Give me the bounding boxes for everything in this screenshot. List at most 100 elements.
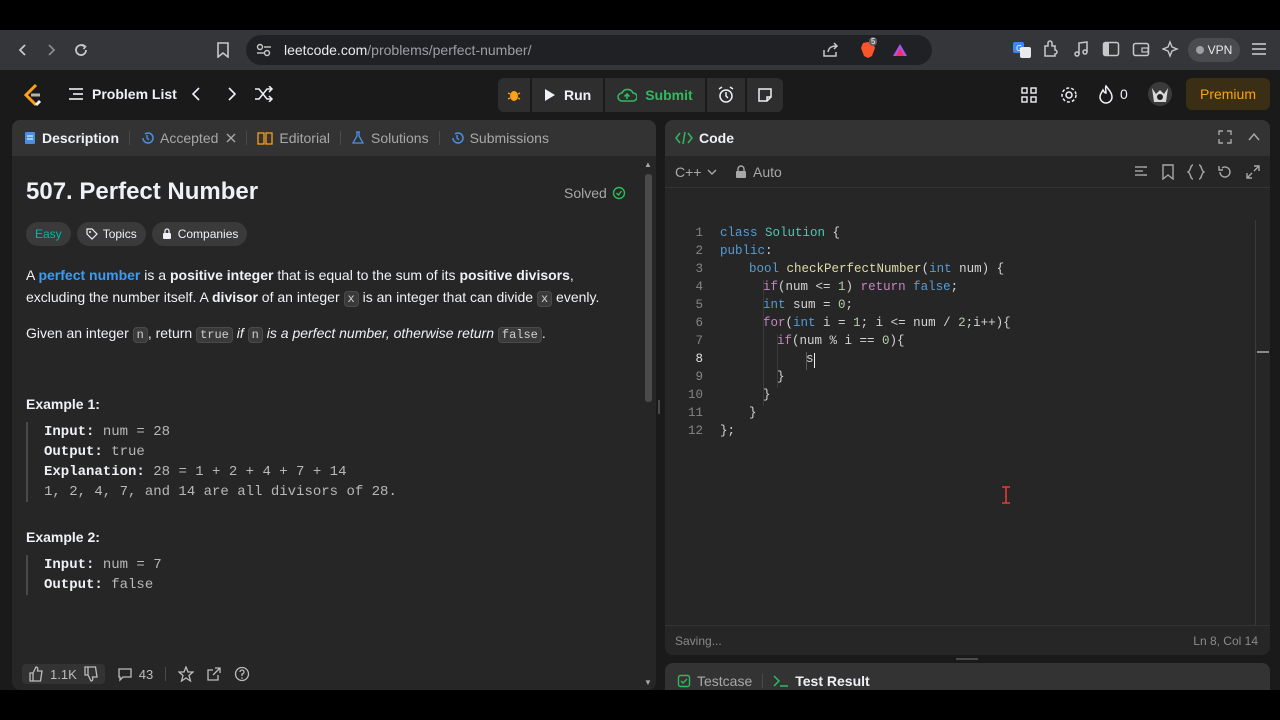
like-button[interactable]: 1.1K (22, 664, 105, 684)
timer-button[interactable] (707, 78, 747, 112)
topics-button[interactable]: Topics (76, 222, 146, 246)
thumbs-down-icon[interactable] (83, 666, 99, 682)
code-toolbar: C++ Auto (665, 156, 1270, 188)
help-icon[interactable] (234, 666, 250, 682)
browser-window: leetcode.com/problems/perfect-number/ 5 … (0, 30, 1280, 690)
chevron-down-icon (707, 169, 717, 175)
settings-gear-icon[interactable] (1060, 86, 1078, 109)
alarm-clock-icon (718, 86, 734, 103)
tab-solutions[interactable]: Solutions (341, 120, 439, 156)
maximize-icon[interactable] (1218, 130, 1232, 147)
sidebar-icon[interactable] (1102, 40, 1120, 63)
share-external-icon[interactable] (206, 666, 222, 682)
tab-code[interactable]: Code (665, 120, 744, 156)
reset-icon[interactable] (1217, 164, 1233, 185)
streak-counter[interactable]: 0 (1098, 84, 1128, 104)
code-line[interactable]: }; (665, 424, 1225, 442)
tab-editorial[interactable]: Editorial (247, 120, 340, 156)
screen: leetcode.com/problems/perfect-number/ 5 … (0, 0, 1280, 720)
code-line[interactable]: } (665, 388, 1225, 406)
example-1-block: Input: num = 28 Output: true Explanation… (26, 422, 586, 502)
code-line[interactable]: } (665, 370, 1225, 388)
code-line[interactable]: public: (665, 244, 1225, 262)
reload-icon[interactable] (66, 35, 96, 65)
tab-solutions-label: Solutions (370, 130, 429, 146)
bookmark-icon[interactable] (1161, 164, 1175, 185)
premium-button[interactable]: Premium (1186, 78, 1270, 110)
scroll-up-icon[interactable]: ▲ (642, 160, 654, 170)
notes-button[interactable] (747, 78, 783, 112)
code-line[interactable]: bool checkPerfectNumber(int num) { (665, 262, 1225, 280)
tab-submissions-label: Submissions (469, 130, 549, 146)
description-scrollbar[interactable]: ▲ ▼ (642, 160, 654, 690)
difficulty-badge: Easy (26, 222, 71, 246)
music-icon[interactable] (1072, 40, 1090, 63)
layout-grid-icon[interactable] (1020, 86, 1038, 109)
text: , return (147, 325, 197, 341)
bookmark-icon[interactable] (208, 35, 238, 65)
menu-icon[interactable] (1250, 40, 1268, 63)
like-count: 1.1K (50, 666, 77, 682)
vpn-button[interactable]: VPN (1188, 38, 1240, 62)
text: is a (140, 267, 170, 283)
translate-icon[interactable]: G (1012, 40, 1032, 65)
solved-status: Solved (564, 185, 626, 201)
tab-description[interactable]: Description (12, 120, 129, 156)
editor-scrollbar-track[interactable] (1255, 220, 1256, 640)
braces-icon[interactable] (1185, 164, 1207, 185)
divider (165, 667, 167, 681)
problem-return-statement: Given an integer n, return true if n is … (26, 322, 626, 346)
history-icon (142, 132, 154, 144)
inline-code: n (247, 327, 263, 343)
submit-label: Submit (645, 87, 693, 103)
code-line[interactable]: int sum = 0; (665, 298, 1225, 316)
companies-button[interactable]: Companies (151, 222, 248, 246)
wallet-icon[interactable] (1132, 40, 1150, 63)
prev-problem-icon[interactable] (190, 86, 204, 107)
perfect-number-link[interactable]: perfect number (38, 267, 140, 283)
tab-accepted[interactable]: Accepted (130, 120, 246, 156)
debug-button[interactable] (498, 78, 532, 112)
comments-button[interactable]: 43 (117, 666, 153, 682)
close-tab-icon[interactable] (226, 130, 236, 146)
back-icon[interactable] (8, 35, 38, 65)
tab-testcase[interactable]: Testcase (665, 663, 762, 690)
next-problem-icon[interactable] (224, 86, 238, 107)
format-icon[interactable] (1133, 164, 1149, 185)
forward-icon[interactable] (36, 35, 66, 65)
tab-test-result[interactable]: Test Result (763, 663, 879, 690)
horizontal-resizer[interactable] (956, 658, 978, 660)
code-line[interactable]: for(int i = 1; i <= num / 2;i++){ (665, 316, 1225, 334)
scroll-down-icon[interactable]: ▼ (642, 678, 654, 688)
problem-list-button[interactable]: Problem List (68, 86, 177, 102)
auto-mode[interactable]: Auto (735, 164, 782, 180)
code-line[interactable]: if(num % i == 0){ (665, 334, 1225, 352)
shuffle-icon[interactable] (254, 85, 274, 107)
history-icon (451, 132, 464, 144)
code-line[interactable]: } (665, 406, 1225, 424)
lock-icon (736, 165, 746, 178)
address-bar[interactable]: leetcode.com/problems/perfect-number/ 5 (246, 35, 932, 65)
code-line[interactable]: s (665, 352, 1225, 370)
output-label: Output: (44, 444, 103, 460)
star-icon[interactable] (178, 666, 195, 682)
fullscreen-icon[interactable] (1245, 164, 1261, 185)
submit-button[interactable]: Submit (605, 78, 707, 112)
code-editor[interactable]: 1 2 3 4 5 6 7 8 9 10 11 12 class Solution { public:… (665, 190, 1255, 620)
leo-ai-icon[interactable] (1161, 40, 1180, 63)
leetcode-logo-icon[interactable] (22, 83, 44, 112)
scrollbar-thumb[interactable] (645, 174, 652, 402)
language-select[interactable]: C++ (675, 164, 717, 180)
code-line[interactable]: if(num <= 1) return false; (665, 280, 1225, 298)
extensions-icon[interactable] (1042, 40, 1060, 63)
run-button[interactable]: Run (532, 78, 606, 112)
code-line[interactable]: class Solution { (665, 226, 1225, 244)
brave-rewards-icon[interactable] (892, 42, 908, 63)
share-icon[interactable] (822, 42, 840, 63)
tab-submissions[interactable]: Submissions (440, 120, 559, 156)
brave-shield-icon[interactable]: 5 (858, 37, 878, 65)
site-settings-icon[interactable] (256, 43, 272, 62)
panel-resizer[interactable] (658, 400, 660, 414)
collapse-icon[interactable] (1247, 130, 1261, 147)
avatar[interactable] (1148, 82, 1172, 106)
